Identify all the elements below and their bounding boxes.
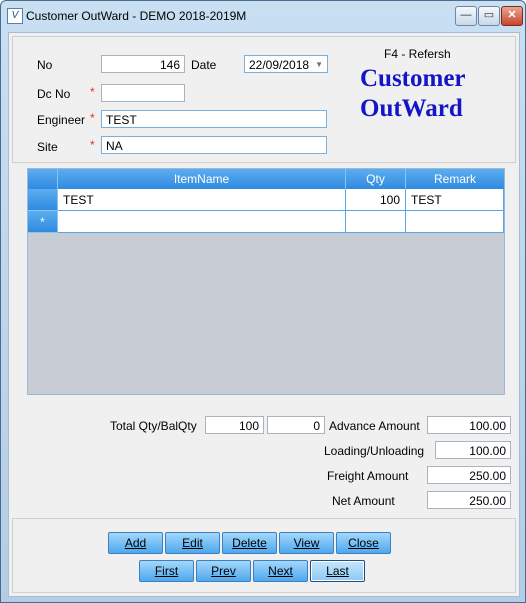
first-button-label: First (154, 564, 179, 578)
view-button[interactable]: View (279, 532, 334, 554)
minimize-icon[interactable]: — (455, 6, 477, 26)
close-button[interactable]: Close (336, 532, 391, 554)
items-grid[interactable]: ItemName Qty Remark TEST 100 TEST * (27, 168, 505, 395)
date-picker[interactable]: 22/09/2018 ▼ (244, 55, 328, 73)
no-label: No (37, 58, 53, 72)
site-field[interactable]: NA (101, 136, 327, 154)
delete-button[interactable]: Delete (222, 532, 277, 554)
no-field[interactable]: 146 (101, 55, 185, 73)
maximize-icon[interactable]: ▭ (478, 6, 500, 26)
loading-unloading-field[interactable]: 100.00 (435, 441, 511, 459)
form-client-area: No 146 Date 22/09/2018 ▼ Dc No * Enginee… (8, 32, 520, 597)
date-value: 22/09/2018 (249, 58, 310, 72)
grid-cell-remark[interactable]: TEST (406, 189, 504, 211)
form-title-line1: Customer (360, 65, 466, 92)
form-title-line2: OutWard (360, 95, 463, 122)
close-icon[interactable]: ✕ (501, 6, 523, 26)
column-header-qty[interactable]: Qty (346, 169, 406, 189)
advance-amount-field[interactable]: 100.00 (427, 416, 511, 434)
new-row-cell-item[interactable] (58, 211, 346, 233)
prev-button[interactable]: Prev (196, 560, 251, 582)
column-header-itemname[interactable]: ItemName (58, 169, 346, 189)
window-title: Customer OutWard - DEMO 2018-2019M (26, 9, 247, 23)
new-row-cell-qty[interactable] (346, 211, 406, 233)
net-amount-field[interactable]: 250.00 (427, 491, 511, 509)
title-bar[interactable]: V Customer OutWard - DEMO 2018-2019M — ▭… (1, 1, 525, 31)
new-row-marker[interactable]: * (28, 211, 58, 233)
total-qty-label: Total Qty/BalQty (110, 419, 197, 433)
site-label: Site (37, 140, 58, 154)
last-button-label: Last (326, 564, 349, 578)
dcno-required-mark: * (90, 85, 95, 99)
header-panel: No 146 Date 22/09/2018 ▼ Dc No * Enginee… (12, 36, 516, 163)
new-row-cell-remark[interactable] (406, 211, 504, 233)
close-button-label: Close (348, 536, 379, 550)
site-required-mark: * (90, 138, 95, 152)
dcno-label: Dc No (37, 87, 71, 101)
chevron-down-icon[interactable]: ▼ (315, 56, 323, 72)
add-button[interactable]: Add (108, 532, 163, 554)
edit-button[interactable]: Edit (165, 532, 220, 554)
loading-unloading-label: Loading/Unloading (324, 444, 425, 458)
date-label: Date (191, 58, 217, 72)
engineer-required-mark: * (90, 111, 95, 125)
advance-amount-label: Advance Amount (329, 419, 420, 433)
dcno-field[interactable] (101, 84, 185, 102)
edit-button-label: Edit (182, 536, 203, 550)
bal-qty-field[interactable]: 0 (267, 416, 325, 434)
app-icon[interactable]: V (7, 8, 23, 24)
freight-amount-label: Freight Amount (327, 469, 409, 483)
next-button-label: Next (268, 564, 293, 578)
view-button-label: View (293, 536, 320, 550)
grid-corner[interactable] (28, 169, 58, 189)
add-button-label: Add (124, 536, 147, 550)
column-header-remark[interactable]: Remark (406, 169, 504, 189)
grid-cell-item[interactable]: TEST (58, 189, 346, 211)
delete-button-label: Delete (232, 536, 267, 550)
refresh-hint: F4 - Refersh (384, 47, 451, 61)
first-button[interactable]: First (139, 560, 194, 582)
freight-amount-field[interactable]: 250.00 (427, 466, 511, 484)
last-button[interactable]: Last (310, 560, 365, 582)
engineer-label: Engineer (37, 113, 86, 127)
row-header[interactable] (28, 189, 58, 211)
main-window: V Customer OutWard - DEMO 2018-2019M — ▭… (0, 0, 526, 603)
engineer-field[interactable]: TEST (101, 110, 327, 128)
grid-cell-qty[interactable]: 100 (346, 189, 406, 211)
next-button[interactable]: Next (253, 560, 308, 582)
net-amount-label: Net Amount (332, 494, 395, 508)
total-qty-field[interactable]: 100 (205, 416, 264, 434)
prev-button-label: Prev (211, 564, 236, 578)
button-panel: Add Edit Delete View Close First Prev Ne… (12, 518, 516, 593)
